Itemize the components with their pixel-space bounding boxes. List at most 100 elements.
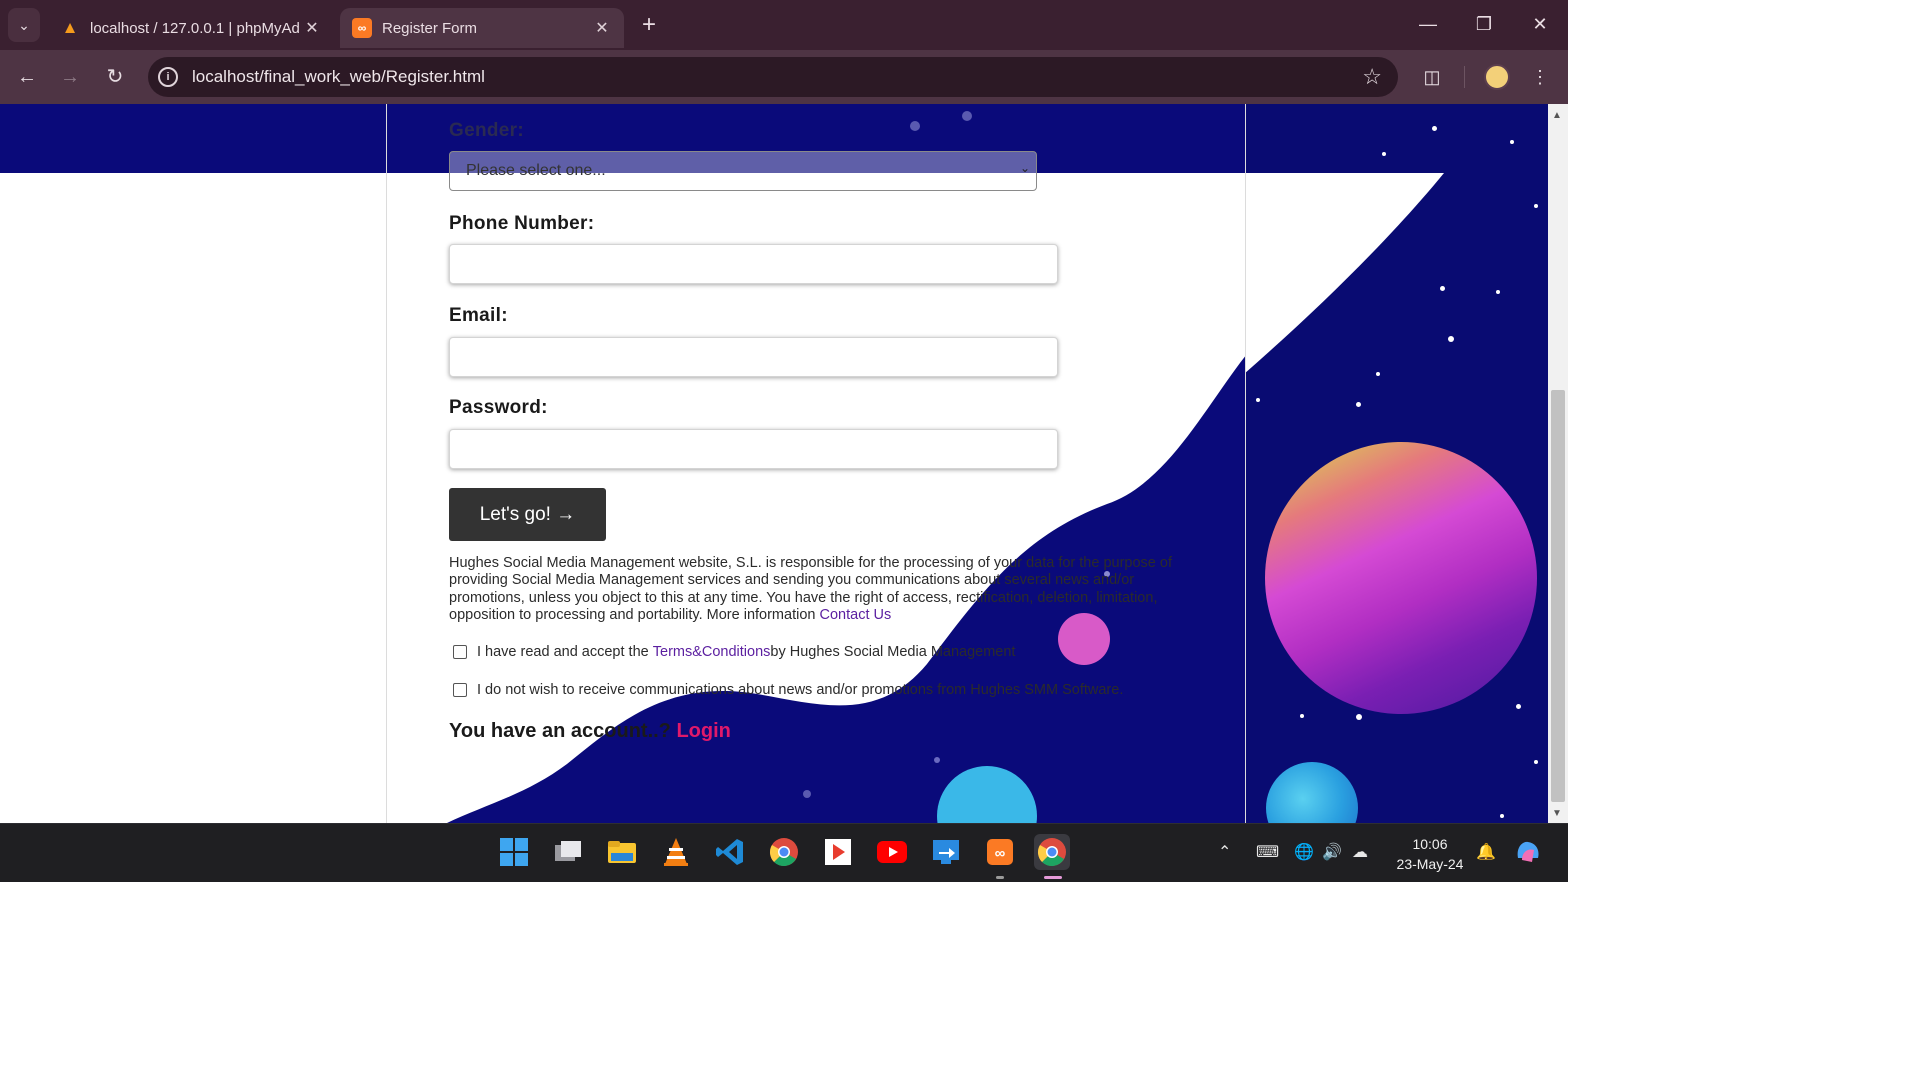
chevron-down-icon: ⌄ bbox=[1019, 161, 1030, 175]
address-bar[interactable]: i localhost/final_work_web/Register.html… bbox=[148, 57, 1398, 97]
tab-strip: ⌄ ▲ localhost / 127.0.0.1 | phpMyAd ✕ ∞ … bbox=[0, 0, 1568, 50]
media-player-icon[interactable] bbox=[820, 834, 856, 870]
scroll-up-arrow-icon[interactable]: ▲ bbox=[1552, 110, 1562, 121]
windows-start-icon[interactable] bbox=[496, 834, 532, 870]
scrollbar-thumb[interactable] bbox=[1551, 390, 1565, 802]
youtube-icon[interactable] bbox=[874, 834, 910, 870]
star bbox=[1500, 814, 1504, 818]
contact-us-link[interactable]: Contact Us bbox=[820, 607, 892, 623]
account-prompt: You have an account..? Login bbox=[449, 720, 731, 743]
register-card: Gender: Please select one... ⌄ Phone Num… bbox=[386, 104, 1246, 823]
star bbox=[1356, 714, 1362, 720]
tab-search-button[interactable]: ⌄ bbox=[8, 8, 40, 42]
password-label: Password: bbox=[449, 397, 548, 418]
star bbox=[1440, 286, 1445, 291]
star bbox=[1448, 336, 1454, 342]
tab-phpmyadmin[interactable]: ▲ localhost / 127.0.0.1 | phpMyAd ✕ bbox=[48, 8, 334, 48]
star bbox=[1356, 402, 1361, 407]
url-text[interactable]: localhost/final_work_web/Register.html bbox=[192, 67, 485, 87]
info-icon[interactable]: i bbox=[158, 67, 178, 87]
clock-time: 10:06 bbox=[1412, 836, 1448, 852]
password-input[interactable] bbox=[449, 429, 1058, 469]
toolbar-divider bbox=[1464, 66, 1465, 88]
chrome-icon[interactable] bbox=[766, 834, 802, 870]
active-indicator bbox=[1044, 876, 1062, 879]
running-indicator bbox=[996, 876, 1004, 879]
star bbox=[1534, 760, 1538, 764]
notification-bell-icon[interactable]: 🔔 bbox=[1476, 842, 1496, 862]
chevron-down-icon: ⌄ bbox=[18, 16, 30, 33]
optout-checkbox[interactable] bbox=[453, 683, 467, 697]
phone-label: Phone Number: bbox=[449, 213, 595, 234]
star bbox=[1432, 126, 1437, 131]
legal-notice: Hughes Social Media Management website, … bbox=[449, 555, 1189, 624]
legal-text: Hughes Social Media Management website, … bbox=[449, 555, 1172, 623]
arrow-left-icon: ← bbox=[17, 66, 37, 88]
optout-text: I do not wish to receive communications … bbox=[477, 682, 1124, 698]
close-icon[interactable]: ✕ bbox=[592, 18, 612, 38]
profile-avatar[interactable] bbox=[1484, 64, 1510, 90]
terms-prefix: I have read and accept the bbox=[477, 644, 649, 660]
tab-title: localhost / 127.0.0.1 | phpMyAd bbox=[90, 19, 300, 37]
terms-checkbox[interactable] bbox=[453, 645, 467, 659]
email-input[interactable] bbox=[449, 337, 1058, 377]
restore-button[interactable]: ❐ bbox=[1464, 8, 1504, 40]
windows-taskbar: ∞ ⌃ ⌨ 🌐 🔊 ☁ 10:06 23-May-24 🔔 bbox=[0, 823, 1568, 882]
vscode-icon[interactable] bbox=[712, 834, 748, 870]
page-scrollbar[interactable]: ▲ ▼ bbox=[1548, 104, 1568, 823]
svg-text:∞: ∞ bbox=[995, 845, 1006, 862]
login-link[interactable]: Login bbox=[676, 720, 730, 742]
vlc-icon[interactable] bbox=[658, 834, 694, 870]
weather-icon[interactable]: ☁ bbox=[1352, 842, 1368, 862]
browser-toolbar: ← → ↻ i localhost/final_work_web/Registe… bbox=[0, 50, 1568, 104]
star bbox=[1256, 398, 1260, 402]
star bbox=[1300, 714, 1304, 718]
gender-select[interactable]: Please select one... ⌄ bbox=[449, 151, 1037, 191]
account-prompt-text: You have an account..? bbox=[449, 720, 677, 742]
star bbox=[1516, 704, 1521, 709]
star bbox=[1510, 140, 1514, 144]
email-label: Email: bbox=[449, 305, 508, 326]
star bbox=[1534, 204, 1538, 208]
tray-chevron-icon[interactable]: ⌃ bbox=[1218, 842, 1231, 862]
reload-button[interactable]: ↻ bbox=[100, 62, 130, 92]
system-clock[interactable]: 10:06 23-May-24 bbox=[1384, 834, 1476, 874]
phone-input[interactable] bbox=[449, 244, 1058, 284]
page-viewport: Gender: Please select one... ⌄ Phone Num… bbox=[0, 104, 1548, 823]
gender-label: Gender: bbox=[449, 120, 524, 141]
task-view-icon[interactable] bbox=[550, 834, 586, 870]
extensions-icon[interactable]: ◫ bbox=[1418, 63, 1446, 91]
xampp-icon[interactable]: ∞ bbox=[982, 834, 1018, 870]
chrome-profile-icon[interactable] bbox=[1034, 834, 1070, 870]
gender-select-value: Please select one... bbox=[466, 162, 606, 179]
keyboard-icon[interactable]: ⌨ bbox=[1256, 842, 1279, 862]
menu-kebab-icon[interactable]: ⋮ bbox=[1526, 63, 1554, 91]
star bbox=[1382, 152, 1386, 156]
terms-link[interactable]: Terms&Conditions bbox=[653, 644, 771, 660]
volume-icon[interactable]: 🔊 bbox=[1322, 842, 1342, 862]
forward-button[interactable]: → bbox=[55, 62, 85, 92]
arrow-right-icon: → bbox=[60, 66, 80, 88]
submit-button[interactable]: Let's go! → bbox=[449, 488, 606, 541]
remote-desktop-icon[interactable] bbox=[928, 834, 964, 870]
back-button[interactable]: ← bbox=[12, 62, 42, 92]
tab-register-form[interactable]: ∞ Register Form ✕ bbox=[340, 8, 624, 48]
close-icon[interactable]: ✕ bbox=[302, 18, 322, 38]
copilot-icon[interactable] bbox=[1514, 838, 1542, 871]
bookmark-star-icon[interactable]: ☆ bbox=[1362, 64, 1382, 90]
minimize-button[interactable]: — bbox=[1408, 8, 1448, 40]
file-explorer-icon[interactable] bbox=[604, 834, 640, 870]
tab-title: Register Form bbox=[382, 19, 478, 37]
reload-icon: ↻ bbox=[106, 66, 124, 88]
scroll-down-arrow-icon[interactable]: ▼ bbox=[1552, 808, 1562, 819]
globe-icon[interactable]: 🌐 bbox=[1294, 842, 1314, 862]
terms-suffix: by Hughes Social Media Management bbox=[770, 644, 1016, 660]
new-tab-button[interactable]: + bbox=[634, 12, 664, 40]
phpmyadmin-icon: ▲ bbox=[61, 18, 79, 37]
star bbox=[1376, 372, 1380, 376]
optout-row: I do not wish to receive communications … bbox=[453, 682, 1123, 698]
planet-illustration bbox=[1265, 442, 1537, 714]
close-window-button[interactable]: ✕ bbox=[1520, 8, 1560, 40]
terms-row: I have read and accept the Terms&Conditi… bbox=[453, 644, 1015, 660]
xampp-icon: ∞ bbox=[352, 18, 372, 38]
